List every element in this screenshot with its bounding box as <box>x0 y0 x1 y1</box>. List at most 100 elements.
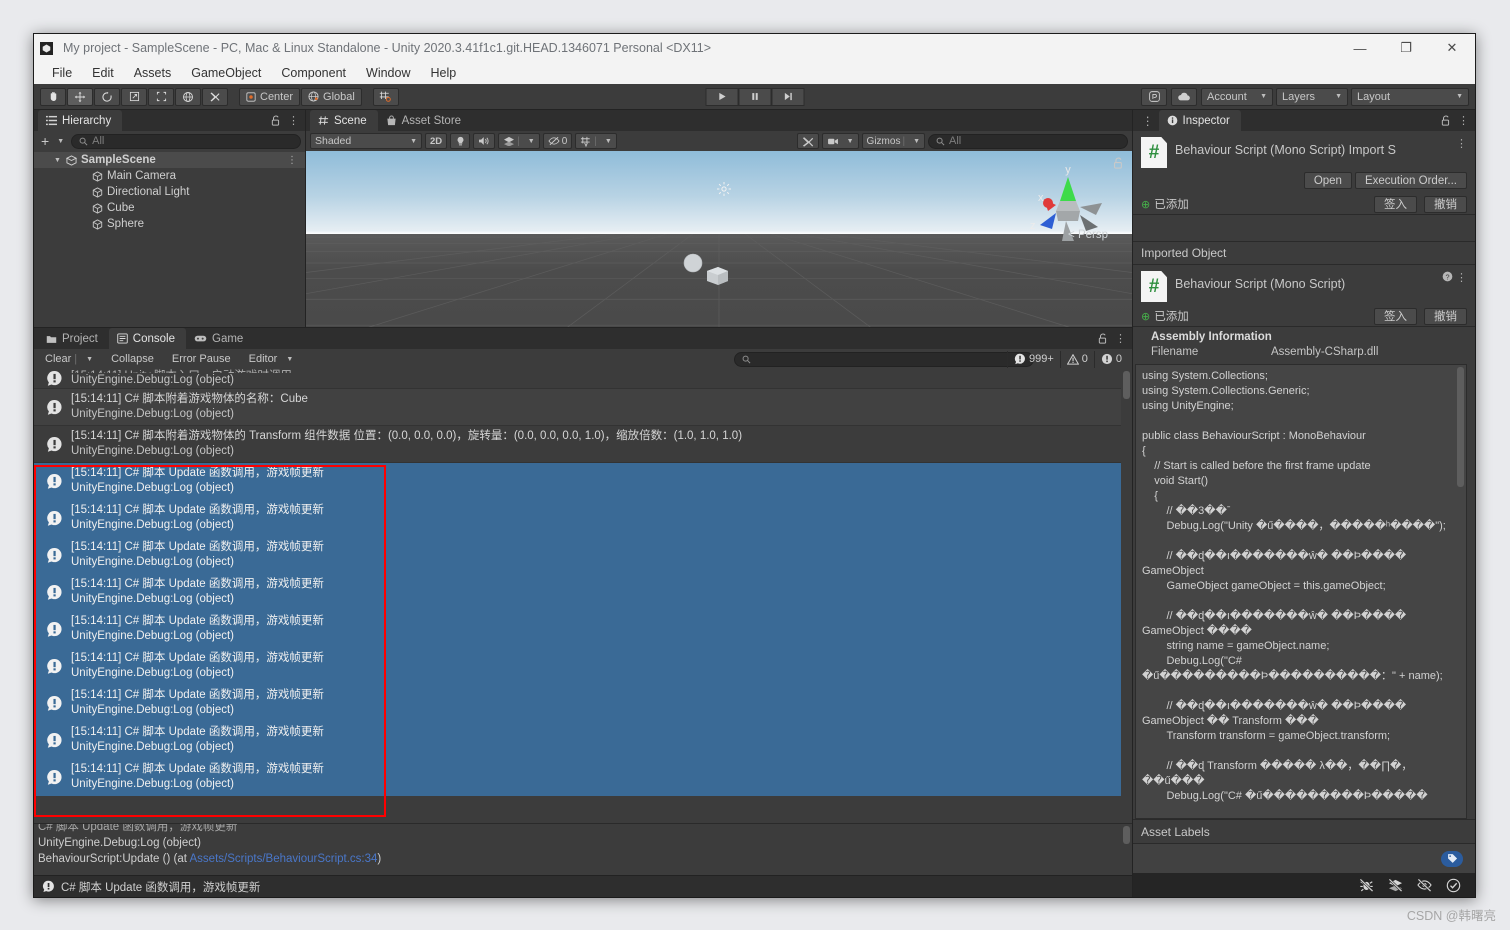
scene-search-input[interactable]: All <box>928 133 1128 149</box>
warning-count[interactable]: 0 <box>1059 350 1094 368</box>
inspector-panel-menu-icon[interactable]: ⋮ <box>1137 110 1159 131</box>
effects-dropdown[interactable]: | ▼ <box>498 133 540 149</box>
expand-triangle-icon[interactable]: ▼ <box>54 157 64 164</box>
console-search-input[interactable] <box>734 351 1034 367</box>
error-count[interactable]: 0 <box>1093 350 1128 368</box>
menu-assets[interactable]: Assets <box>124 62 182 84</box>
hierarchy-item-sphere[interactable]: Sphere <box>34 216 305 232</box>
grid-snap-icon[interactable] <box>372 87 399 106</box>
pause-button[interactable] <box>738 87 771 106</box>
revert-button[interactable]: 撤销 <box>1424 307 1467 325</box>
tab-scene[interactable]: Scene <box>310 110 378 131</box>
console-log-list[interactable]: [15:14:11] Unity 脚本入口，启动游戏时调用 UnityEngin… <box>34 369 1132 823</box>
lock-icon[interactable] <box>271 115 281 126</box>
open-button[interactable]: Open <box>1303 172 1352 189</box>
log-entry[interactable]: [15:14:11] C# 脚本 Update 函数调用，游戏帧更新 Unity… <box>34 574 1132 611</box>
step-button[interactable] <box>771 87 804 106</box>
hidden-objects-button[interactable]: 0 <box>542 133 573 149</box>
detail-scrollbar-thumb[interactable] <box>1123 826 1130 844</box>
play-button[interactable] <box>705 87 738 106</box>
log-entry[interactable]: [15:14:11] C# 脚本 Update 函数调用，游戏帧更新 Unity… <box>34 648 1132 685</box>
execution-order-button[interactable]: Execution Order... <box>1354 172 1467 189</box>
log-entry[interactable]: [15:14:11] Unity 脚本入口，启动游戏时调用 UnityEngin… <box>34 369 1132 389</box>
eye-off-icon[interactable] <box>1417 878 1432 892</box>
tab-project[interactable]: Project <box>38 328 109 349</box>
lock-icon[interactable] <box>1113 157 1124 169</box>
collab-icon[interactable] <box>1141 87 1167 106</box>
tab-asset-store[interactable]: Asset Store <box>378 110 472 131</box>
menu-edit[interactable]: Edit <box>82 62 124 84</box>
layout-dropdown[interactable]: Layout ▼ <box>1351 87 1469 106</box>
menu-component[interactable]: Component <box>271 62 356 84</box>
move-tool-icon[interactable] <box>67 87 93 106</box>
editor-dropdown[interactable]: Editor ▼ <box>241 351 302 367</box>
check-circle-icon[interactable] <box>1446 878 1461 893</box>
code-scrollbar[interactable] <box>1455 365 1466 818</box>
log-entry[interactable]: [15:14:11] C# 脚本 Update 函数调用，游戏帧更新 Unity… <box>34 537 1132 574</box>
audio-icon[interactable] <box>473 133 496 149</box>
console-scrollbar[interactable] <box>1121 369 1132 823</box>
more-options-icon[interactable]: ⋮ <box>287 155 297 166</box>
more-options-icon[interactable]: ⋮ <box>1115 332 1126 345</box>
log-entry[interactable]: [15:14:11] C# 脚本 Update 函数调用，游戏帧更新 Unity… <box>34 500 1132 537</box>
light-bulb-icon[interactable] <box>450 133 471 149</box>
checkin-button[interactable]: 签入 <box>1374 195 1417 213</box>
more-options-icon[interactable]: ⋮ <box>1458 114 1469 127</box>
layers-dropdown[interactable]: Layers ▼ <box>1276 87 1348 106</box>
log-entry[interactable]: [15:14:11] C# 脚本 Update 函数调用，游戏帧更新 Unity… <box>34 759 1132 796</box>
add-object-button[interactable]: + ▼ <box>38 133 67 149</box>
scene-viewport[interactable]: y x z < Persp <box>306 151 1132 327</box>
hierarchy-item-main-camera[interactable]: Main Camera <box>34 168 305 184</box>
lock-icon[interactable] <box>1441 115 1451 126</box>
code-scrollbar-thumb[interactable] <box>1457 367 1464 487</box>
tab-game[interactable]: Game <box>186 328 254 349</box>
scale-tool-icon[interactable] <box>121 87 147 106</box>
detail-scrollbar[interactable] <box>1121 824 1132 875</box>
more-options-icon[interactable]: ⋮ <box>1456 271 1467 284</box>
collapse-toggle[interactable]: Collapse <box>103 351 162 367</box>
log-entry[interactable]: [15:14:11] C# 脚本 Update 函数调用，游戏帧更新 Unity… <box>34 463 1132 500</box>
console-scrollbar-thumb[interactable] <box>1123 371 1130 399</box>
more-options-icon[interactable]: ⋮ <box>1456 137 1467 150</box>
clear-button[interactable]: Clear | ▼ <box>37 351 101 367</box>
tag-icon[interactable] <box>1441 850 1463 867</box>
hierarchy-item-directional-light[interactable]: Directional Light <box>34 184 305 200</box>
layers-off-icon[interactable] <box>1388 878 1403 892</box>
2d-toggle-button[interactable]: 2D <box>425 133 448 149</box>
rotate-tool-icon[interactable] <box>94 87 120 106</box>
console-detail-pane[interactable]: C# 脚本 Update 函数调用，游戏帧更新 UnityEngine.Debu… <box>34 823 1132 875</box>
shading-mode-dropdown[interactable]: Shaded ▼ <box>310 133 422 149</box>
minimize-button[interactable]: — <box>1337 34 1383 62</box>
revert-button[interactable]: 撤销 <box>1424 195 1467 213</box>
menu-window[interactable]: Window <box>356 62 420 84</box>
log-entry[interactable]: [15:14:11] C# 脚本附着游戏物体的 Transform 组件数据 位… <box>34 426 1132 463</box>
log-count[interactable]: 999+ <box>1006 350 1060 368</box>
lock-icon[interactable] <box>1098 333 1108 344</box>
handle-space-button[interactable]: Global <box>301 87 362 106</box>
asset-labels-area[interactable] <box>1133 843 1475 873</box>
log-entry[interactable]: [15:14:11] C# 脚本附着游戏物体的名称：Cube UnityEngi… <box>34 389 1132 426</box>
log-entry[interactable]: [15:14:11] C# 脚本 Update 函数调用，游戏帧更新 Unity… <box>34 685 1132 722</box>
tab-console[interactable]: Console <box>108 328 186 349</box>
rect-tool-icon[interactable] <box>148 87 174 106</box>
help-icon[interactable]: ? <box>1442 271 1453 282</box>
account-dropdown[interactable]: Account ▼ <box>1201 87 1273 106</box>
grid-dropdown[interactable]: | ▼ <box>575 133 617 149</box>
scene-tools-icon[interactable] <box>796 133 819 149</box>
hierarchy-search-input[interactable]: All <box>71 133 301 149</box>
tab-hierarchy[interactable]: Hierarchy <box>38 110 123 131</box>
menu-gameobject[interactable]: GameObject <box>181 62 271 84</box>
scene-projection-label[interactable]: < Persp <box>1068 229 1108 241</box>
menu-file[interactable]: File <box>42 62 82 84</box>
menu-help[interactable]: Help <box>420 62 466 84</box>
error-pause-toggle[interactable]: Error Pause <box>164 351 239 367</box>
checkin-button[interactable]: 签入 <box>1374 307 1417 325</box>
cloud-icon[interactable] <box>1171 87 1197 106</box>
custom-tool-icon[interactable] <box>202 87 228 106</box>
log-entry[interactable]: [15:14:11] C# 脚本 Update 函数调用，游戏帧更新 Unity… <box>34 722 1132 759</box>
more-options-icon[interactable]: ⋮ <box>288 114 299 127</box>
log-entry[interactable]: [15:14:11] C# 脚本 Update 函数调用，游戏帧更新 Unity… <box>34 611 1132 648</box>
gizmos-dropdown[interactable]: Gizmos | ▼ <box>861 133 925 149</box>
transform-tool-icon[interactable] <box>175 87 201 106</box>
hand-tool-icon[interactable] <box>40 87 66 106</box>
